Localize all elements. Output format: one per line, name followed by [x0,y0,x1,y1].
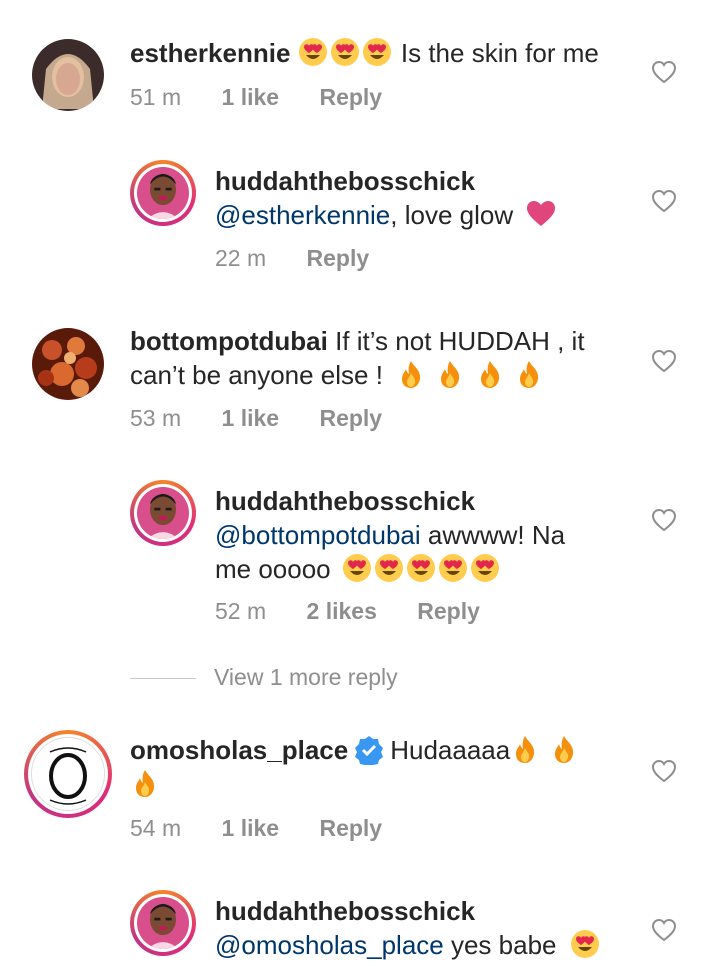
heart-eyes-emoji [470,554,499,582]
fire-emoji [555,736,574,763]
avatar[interactable] [130,160,196,226]
heart-outline-icon[interactable] [651,189,677,213]
avatar[interactable] [24,730,112,818]
heart-eyes-emoji [570,930,599,958]
comment-body: can’t be anyone else ! [130,360,383,390]
likes-count[interactable]: 2 likes [307,598,377,624]
likes-count[interactable]: 1 like [222,815,280,841]
username[interactable]: huddahthebosschick [215,484,635,518]
fire-emoji [136,770,155,797]
username[interactable]: huddahthebosschick [215,894,635,928]
heart-outline-icon[interactable] [651,349,677,373]
comment-meta: 51 m 1 like Reply [130,84,416,111]
fire-emoji [519,361,539,388]
comment-text: bottompotdubai If it’s not HUDDAH , it c… [130,324,600,392]
avatar[interactable] [32,328,104,400]
comment-body: , love glow [390,200,514,230]
comment-body: awwww! Na [420,520,566,550]
verified-badge-icon [355,736,384,765]
heart-eyes-emoji [374,554,403,582]
comment-text: huddahthebosschick @estherkennie, love g… [215,164,635,232]
mention-link[interactable]: @bottompotdubai [215,520,421,550]
likes-count[interactable]: 1 like [222,405,280,431]
mention-link[interactable]: @omosholas_place [215,930,444,960]
mention-link[interactable]: @estherkennie [215,200,390,230]
reply-button[interactable]: Reply [319,405,382,431]
heart-eyes-emoji [406,554,435,582]
username[interactable]: estherkennie [130,38,290,68]
fire-emoji [402,361,421,388]
timestamp: 53 m [130,405,182,431]
timestamp: 52 m [215,598,267,624]
comment-meta: 54 m 1 like Reply [130,815,416,842]
comment-meta: 53 m 1 like Reply [130,405,416,432]
comment-body: me ooooo [215,554,331,584]
pink-heart-emoji [527,201,556,226]
timestamp: 54 m [130,815,182,841]
avatar[interactable] [130,480,196,546]
heart-outline-icon[interactable] [651,60,677,84]
heart-outline-icon[interactable] [651,918,677,942]
heart-eyes-emoji [438,554,467,582]
avatar[interactable] [32,39,104,111]
avatar[interactable] [130,890,196,956]
comment-text: huddahthebosschick @omosholas_place yes … [215,894,635,962]
comment-meta: 22 m Reply [215,245,403,272]
username[interactable]: huddahthebosschick [215,164,635,198]
heart-outline-icon[interactable] [651,508,677,532]
fire-emoji [516,736,535,763]
username[interactable]: bottompotdubai [130,326,328,356]
comment-body: If it’s not HUDDAH , it [335,326,585,356]
view-more-label[interactable]: View 1 more reply [214,664,398,691]
fire-emoji [441,361,460,388]
comment-text: estherkennie Is the skin for me [130,36,650,70]
likes-count[interactable]: 1 like [222,84,280,110]
chevron-down-icon [650,0,666,4]
fire-emoji [480,361,499,388]
reply-button[interactable]: Reply [307,245,370,271]
reply-button[interactable]: Reply [319,84,382,110]
heart-eyes-emoji [330,38,359,66]
comment-body: Hudaaaaa [390,735,511,765]
divider [130,678,196,679]
reply-button[interactable]: Reply [319,815,382,841]
comment-text: omosholas_place Hudaaaaa [130,733,600,801]
reply-button[interactable]: Reply [417,598,480,624]
username[interactable]: omosholas_place [130,735,348,765]
timestamp: 22 m [215,245,267,271]
heart-outline-icon[interactable] [651,759,677,783]
heart-eyes-emoji [298,38,327,66]
comment-meta: 52 m 2 likes Reply [215,598,514,625]
comment-text: huddahthebosschick @bottompotdubai awwww… [215,484,635,586]
comment-body: Is the skin for me [400,38,599,68]
timestamp: 51 m [130,84,182,110]
heart-eyes-emoji [362,38,391,66]
comment-body: yes babe [443,930,557,960]
heart-eyes-emoji [342,554,371,582]
